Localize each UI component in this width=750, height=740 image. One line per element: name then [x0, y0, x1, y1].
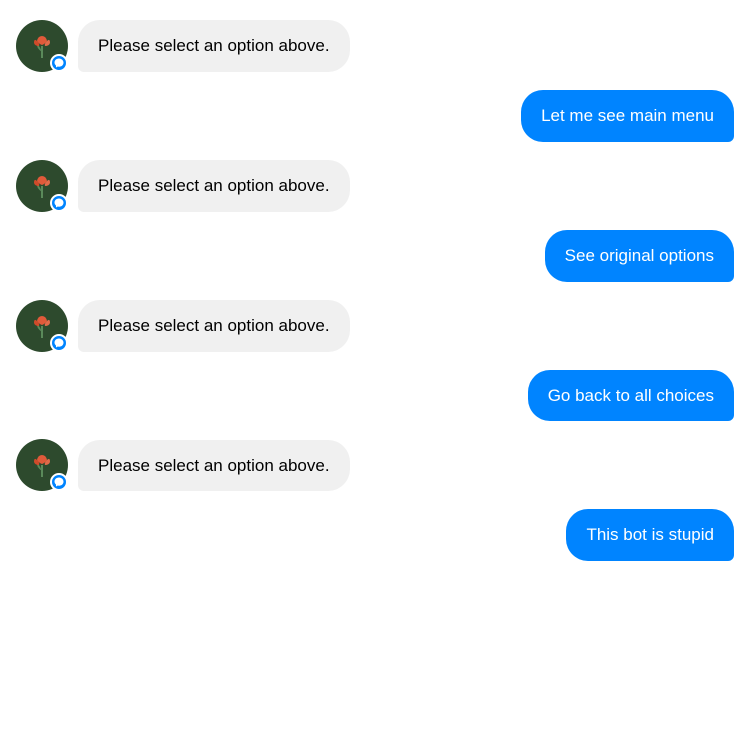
- bot-bubble-msg3: Please select an option above.: [78, 160, 350, 212]
- message-row-msg2: Let me see main menu: [16, 90, 734, 142]
- messenger-badge: [50, 54, 68, 72]
- bot-bubble-msg7: Please select an option above.: [78, 440, 350, 492]
- user-bubble-msg4: See original options: [545, 230, 734, 282]
- message-row-msg6: Go back to all choices: [16, 370, 734, 422]
- chat-container: Please select an option above. Let me se…: [16, 20, 734, 561]
- message-row-msg7: Please select an option above.: [16, 439, 734, 491]
- bot-avatar: [16, 439, 68, 491]
- bot-avatar: [16, 300, 68, 352]
- bot-bubble-msg1: Please select an option above.: [78, 20, 350, 72]
- message-row-msg8: This bot is stupid: [16, 509, 734, 561]
- bot-avatar: [16, 20, 68, 72]
- message-row-msg1: Please select an option above.: [16, 20, 734, 72]
- bot-bubble-msg5: Please select an option above.: [78, 300, 350, 352]
- user-bubble-msg2: Let me see main menu: [521, 90, 734, 142]
- messenger-badge: [50, 334, 68, 352]
- message-row-msg4: See original options: [16, 230, 734, 282]
- messenger-badge: [50, 194, 68, 212]
- messenger-badge: [50, 473, 68, 491]
- bot-avatar: [16, 160, 68, 212]
- user-bubble-msg6: Go back to all choices: [528, 370, 734, 422]
- user-bubble-msg8: This bot is stupid: [566, 509, 734, 561]
- message-row-msg3: Please select an option above.: [16, 160, 734, 212]
- message-row-msg5: Please select an option above.: [16, 300, 734, 352]
